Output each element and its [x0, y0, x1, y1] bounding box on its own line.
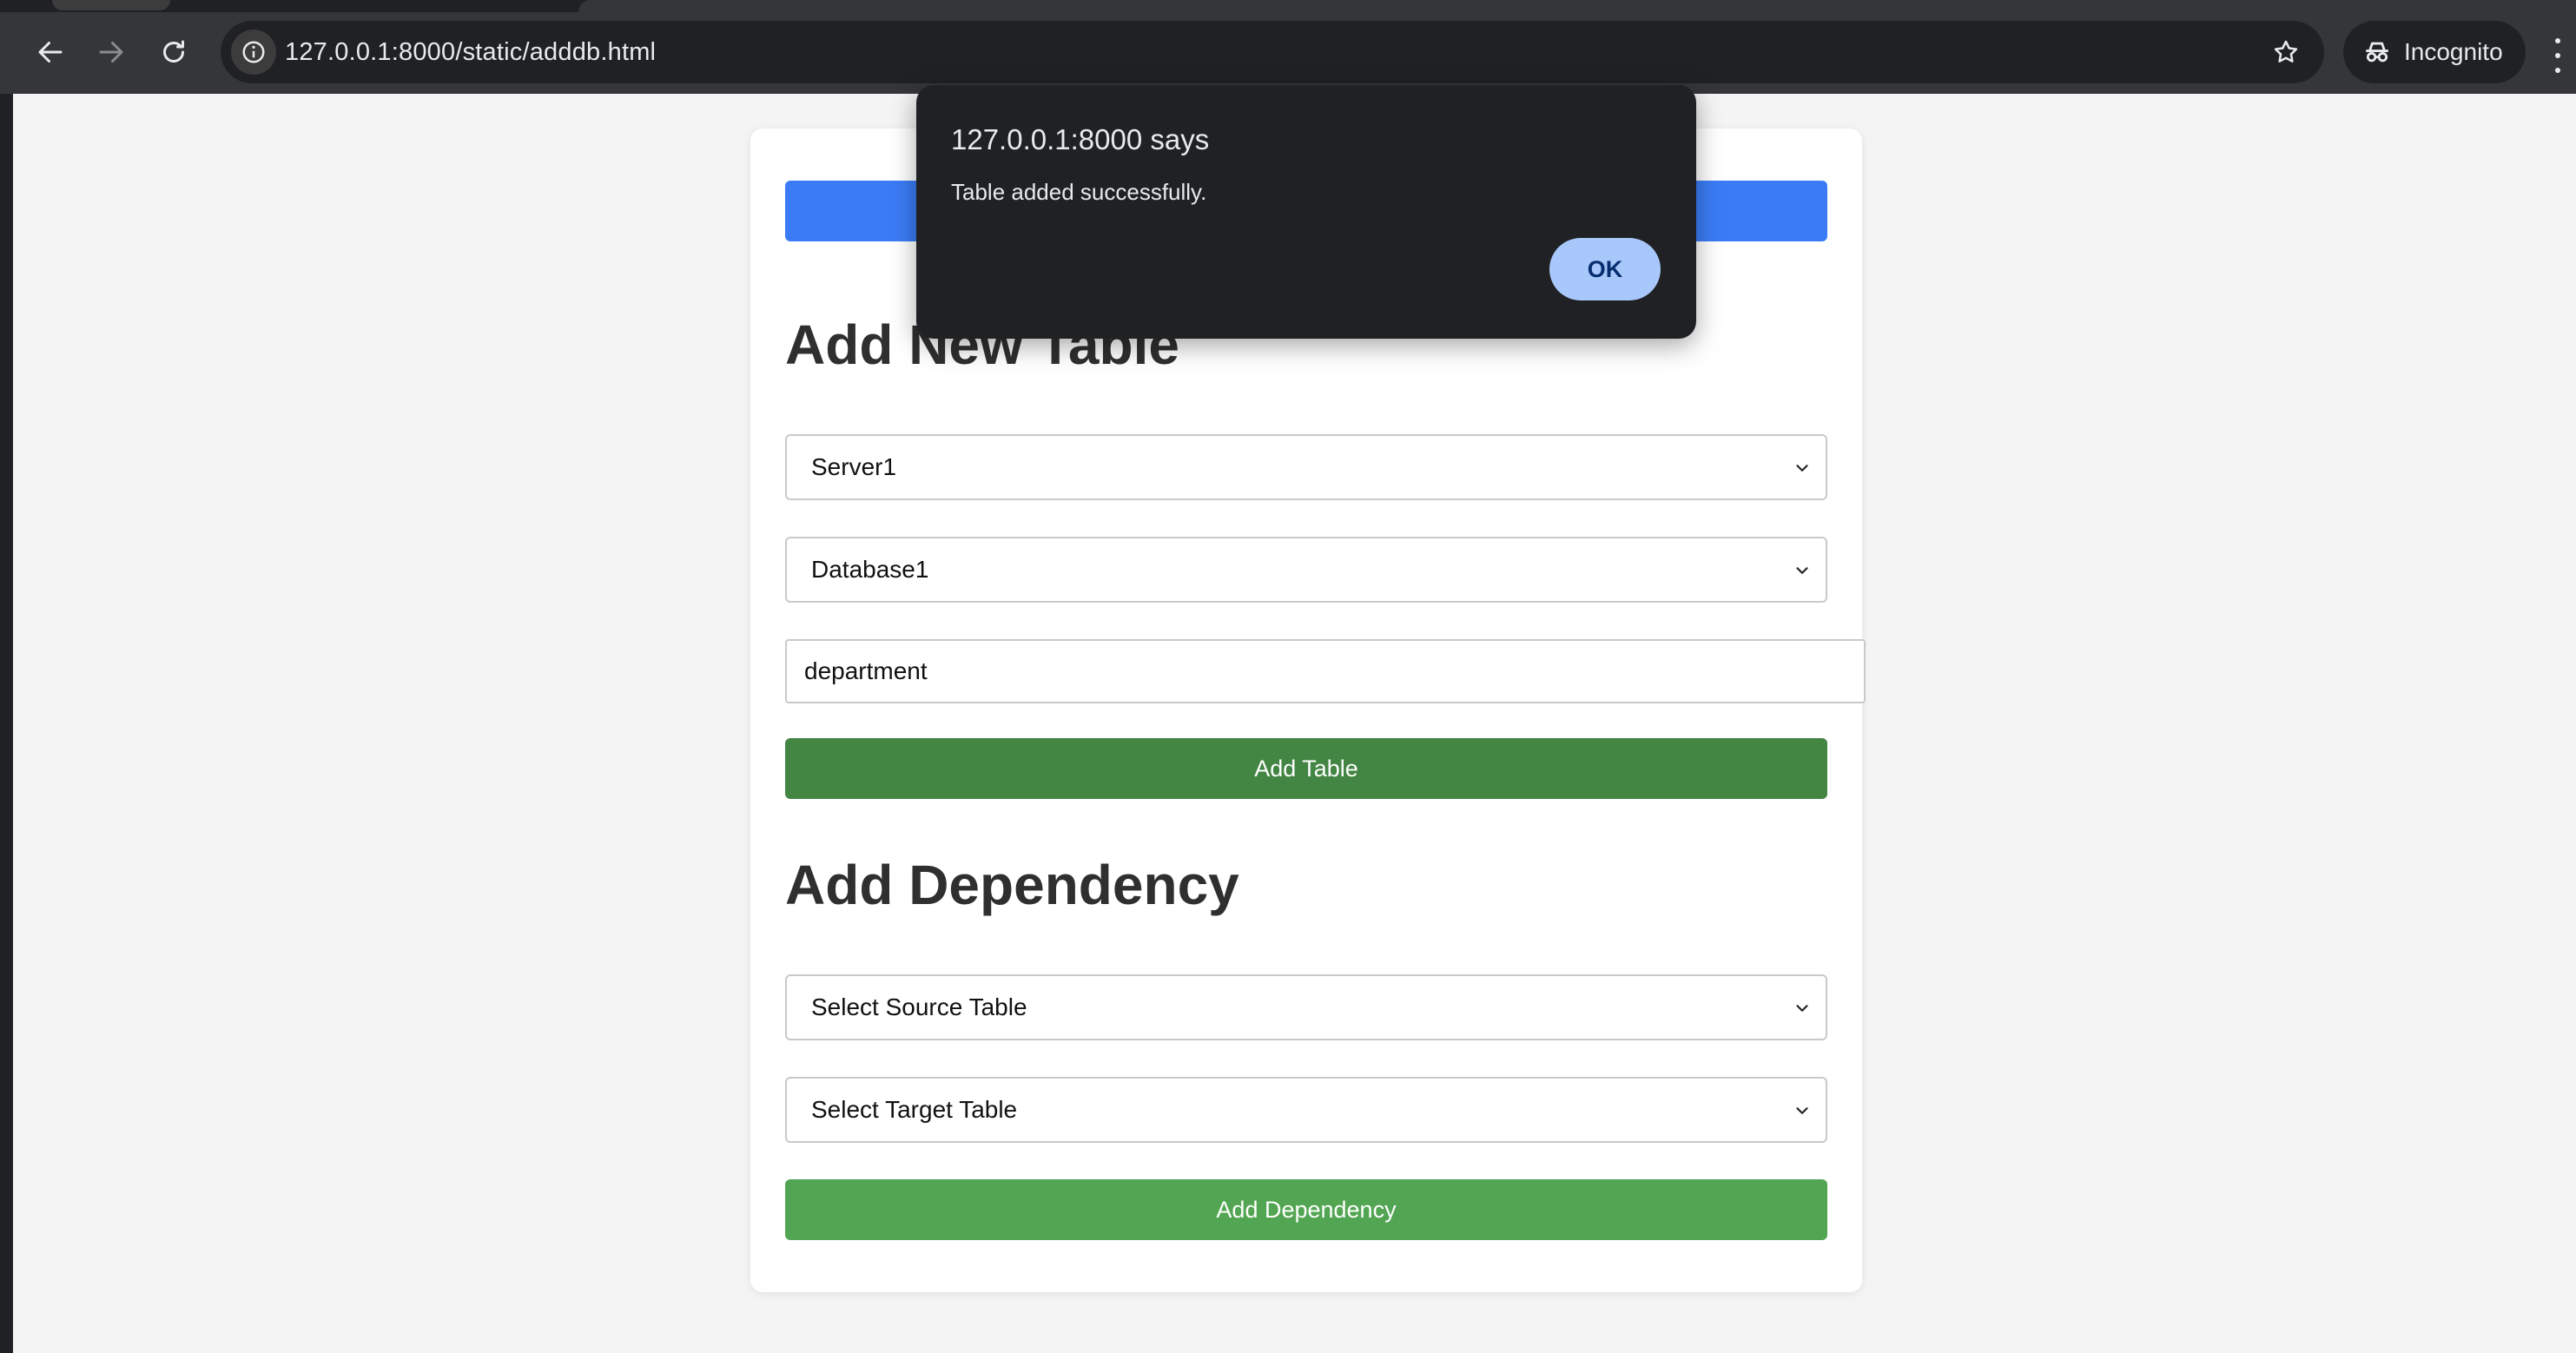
add-table-button[interactable]: Add Table — [785, 738, 1827, 799]
info-icon — [242, 41, 265, 63]
reload-icon — [163, 40, 184, 63]
target-table-select-value: Select Target Table — [811, 1096, 1018, 1123]
window-left-edge — [0, 0, 13, 1353]
dot-icon — [2555, 68, 2560, 73]
source-table-select[interactable]: Select Source Table — [785, 974, 1827, 1040]
site-info-button[interactable] — [231, 30, 276, 75]
browser-toolbar: 127.0.0.1:8000/static/adddb.html Incogni… — [0, 12, 2576, 94]
database-select-value: Database1 — [811, 556, 929, 583]
back-button[interactable] — [26, 28, 75, 76]
arrow-right-icon — [99, 42, 123, 63]
tab-strip — [0, 0, 2576, 12]
dialog-title: 127.0.0.1:8000 says — [951, 123, 1210, 155]
browser-tab[interactable] — [52, 0, 170, 10]
browser-menu-button[interactable] — [2545, 36, 2571, 75]
server-select-value: Server1 — [811, 453, 897, 480]
chevron-down-icon — [1796, 1005, 1808, 1012]
incognito-indicator[interactable]: Incognito — [2343, 21, 2526, 83]
dot-icon — [2555, 53, 2560, 58]
forward-button[interactable] — [87, 28, 135, 76]
bookmark-button[interactable] — [2267, 33, 2305, 71]
dialog-message: Table added successfully. — [951, 179, 1207, 205]
star-icon — [2274, 40, 2298, 63]
chevron-down-icon — [1796, 567, 1808, 574]
dialog-ok-button[interactable]: OK — [1549, 238, 1661, 300]
chevron-down-icon — [1796, 465, 1808, 472]
add-dependency-heading: Add Dependency — [785, 854, 1239, 916]
database-select[interactable]: Database1 — [785, 537, 1827, 603]
url-text[interactable]: 127.0.0.1:8000/static/adddb.html — [285, 21, 656, 83]
alert-dialog: 127.0.0.1:8000 says Table added successf… — [916, 85, 1696, 339]
table-name-input[interactable] — [785, 639, 1866, 703]
address-bar[interactable]: 127.0.0.1:8000/static/adddb.html — [221, 21, 2324, 83]
source-table-select-value: Select Source Table — [811, 993, 1027, 1020]
target-table-select[interactable]: Select Target Table — [785, 1077, 1827, 1143]
dot-icon — [2555, 38, 2560, 43]
add-dependency-button[interactable]: Add Dependency — [785, 1179, 1827, 1240]
browser-tab-active[interactable] — [578, 0, 2576, 12]
server-select[interactable]: Server1 — [785, 434, 1827, 500]
chevron-down-icon — [1796, 1107, 1808, 1114]
reload-button[interactable] — [149, 28, 198, 76]
arrow-left-icon — [38, 42, 63, 63]
incognito-label: Incognito — [2404, 38, 2503, 65]
incognito-icon — [2366, 42, 2388, 63]
